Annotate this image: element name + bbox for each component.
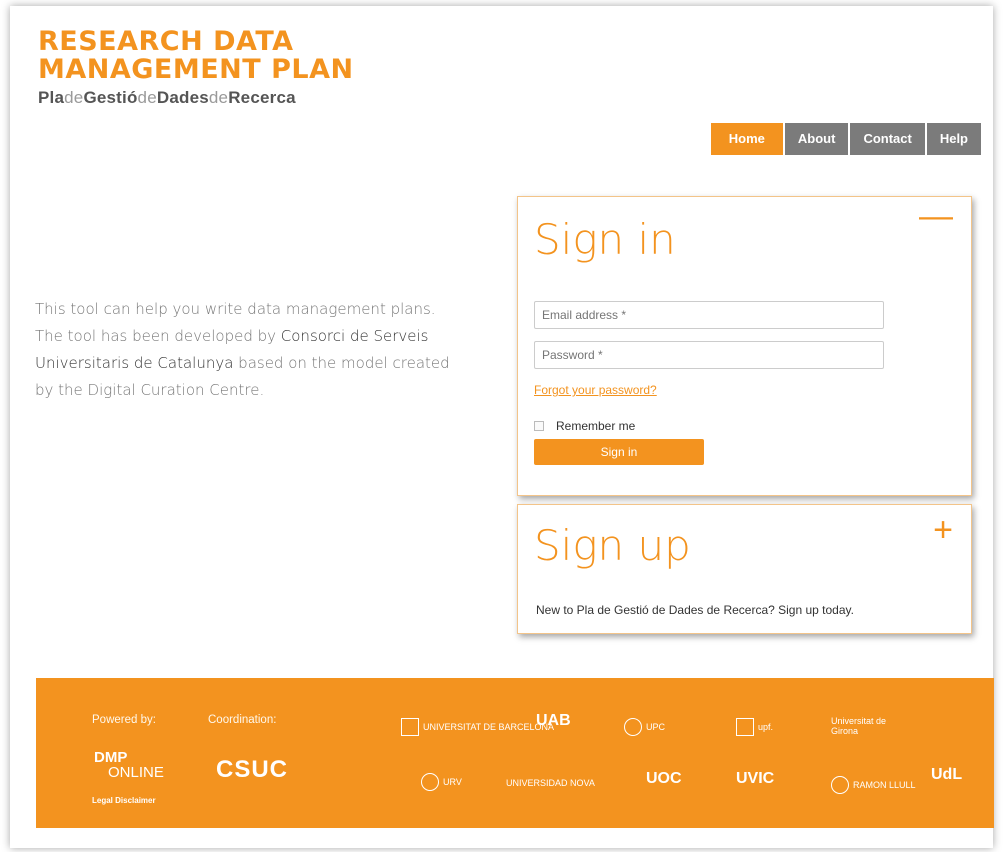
logo-udg[interactable]: Universitat de Girona <box>831 716 901 736</box>
signup-panel: Sign up + New to Pla de Gestió de Dades … <box>517 504 972 634</box>
logo-upc[interactable]: UPC <box>624 718 665 736</box>
csuc-logo[interactable]: CSUC <box>216 756 288 784</box>
forgot-password-link[interactable]: Forgot your password? <box>534 383 657 397</box>
signup-title: Sign up <box>534 521 691 570</box>
footer: Powered by: Coordination: DMP ONLINE CSU… <box>36 678 994 828</box>
powered-by-label: Powered by: <box>92 714 156 726</box>
urv-icon <box>421 773 439 791</box>
signin-button[interactable]: Sign in <box>534 439 704 465</box>
signin-panel: Sign in — Forgot your password? Remember… <box>517 196 972 496</box>
rl-seal-icon <box>831 776 849 794</box>
logo-title-line2: MANAGEMENT PLAN <box>38 54 354 85</box>
nav-about[interactable]: About <box>784 123 849 155</box>
logo-uvic[interactable]: UVIC <box>736 771 774 787</box>
site-logo[interactable]: RESEARCH DATA MANAGEMENT PLAN PladeGesti… <box>38 28 354 108</box>
nav-help[interactable]: Help <box>926 123 981 155</box>
upc-seal-icon <box>624 718 642 736</box>
nav-home[interactable]: Home <box>710 123 783 155</box>
signin-title: Sign in <box>534 215 676 264</box>
coordination-label: Coordination: <box>208 714 277 726</box>
logo-upf[interactable]: upf. <box>736 718 773 736</box>
logo-uoc[interactable]: UOC <box>646 771 682 787</box>
logo-ramon-llull[interactable]: RAMON LLULL <box>831 776 916 794</box>
signup-text: New to Pla de Gestió de Dades de Recerca… <box>536 603 854 617</box>
logo-urv[interactable]: URV <box>421 773 462 791</box>
remember-label: Remember me <box>556 419 636 433</box>
collapse-icon[interactable]: — <box>919 199 953 233</box>
logo-udl[interactable]: UdL <box>931 767 962 783</box>
logo-ub[interactable]: UNIVERSITAT DE BARCELONA <box>401 718 554 736</box>
logo-nova[interactable]: UNIVERSIDAD NOVA <box>506 778 595 788</box>
main-nav: Home About Contact Help <box>709 123 981 155</box>
email-input[interactable] <box>534 301 884 329</box>
ub-crest-icon <box>401 718 419 736</box>
logo-uab[interactable]: UAB <box>536 713 571 729</box>
logo-subtitle: PladeGestiódeDadesdeRecerca <box>38 88 296 107</box>
intro-text: This tool can help you write data manage… <box>35 300 450 399</box>
page-frame: RESEARCH DATA MANAGEMENT PLAN PladeGesti… <box>10 6 994 848</box>
remember-checkbox[interactable] <box>534 421 544 431</box>
nav-contact[interactable]: Contact <box>850 123 925 155</box>
legal-disclaimer-link[interactable]: Legal Disclaimer <box>92 796 156 805</box>
remember-me[interactable]: Remember me <box>534 419 635 433</box>
upf-icon <box>736 718 754 736</box>
password-input[interactable] <box>534 341 884 369</box>
dmponline-logo[interactable]: DMP ONLINE <box>94 750 164 780</box>
logo-title-line1: RESEARCH DATA <box>38 26 294 57</box>
expand-icon[interactable]: + <box>933 513 953 547</box>
